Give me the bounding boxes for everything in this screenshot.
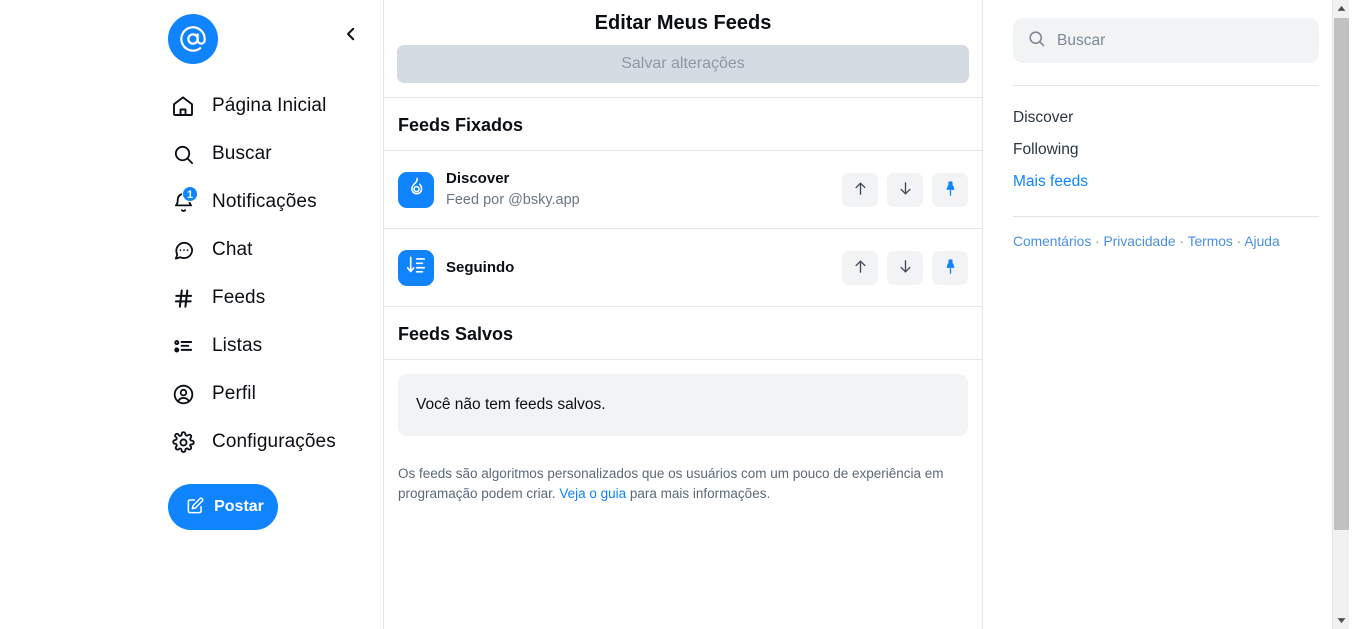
toggle-pin-feed-button[interactable] bbox=[932, 172, 968, 207]
scroll-down-arrow-icon[interactable] bbox=[1333, 612, 1349, 629]
feed-avatar bbox=[398, 249, 434, 286]
chat-bubble-icon bbox=[168, 235, 198, 265]
flame-icon bbox=[405, 176, 427, 203]
sidebar-item-settings[interactable]: Configurações bbox=[168, 418, 383, 466]
footer-link-privacy[interactable]: Privacidade bbox=[1103, 234, 1175, 249]
arrow-up-icon bbox=[852, 258, 869, 278]
feed-meta: Seguindo bbox=[446, 258, 842, 278]
saved-feeds-section-header: Feeds Salvos bbox=[384, 307, 982, 360]
search-placeholder: Buscar bbox=[1057, 31, 1106, 49]
avatar[interactable] bbox=[168, 14, 218, 64]
search-icon bbox=[1027, 29, 1046, 53]
sidebar-item-label: Chat bbox=[212, 239, 253, 260]
left-sidebar: Página Inicial Buscar 1 Notificações Cha… bbox=[0, 0, 383, 629]
scroll-up-arrow-icon[interactable] bbox=[1333, 0, 1349, 17]
footer-link-help[interactable]: Ajuda bbox=[1244, 234, 1279, 249]
compose-post-button[interactable]: Postar bbox=[168, 484, 278, 530]
move-feed-down-button[interactable] bbox=[887, 172, 923, 207]
feed-byline: Feed por @bsky.app bbox=[446, 192, 580, 208]
sidebar-item-home[interactable]: Página Inicial bbox=[168, 82, 383, 130]
footer-separator: · bbox=[1175, 234, 1188, 249]
list-icon bbox=[168, 331, 198, 361]
saved-feeds-title: Feeds Salvos bbox=[398, 324, 514, 344]
bell-icon: 1 bbox=[168, 186, 198, 217]
hash-icon bbox=[168, 283, 198, 313]
notification-badge: 1 bbox=[182, 186, 198, 202]
move-feed-up-button[interactable] bbox=[842, 172, 878, 207]
sidebar-item-lists[interactable]: Listas bbox=[168, 322, 383, 370]
feeds-guide-link[interactable]: Veja o guia bbox=[559, 486, 626, 501]
main-header: Editar Meus Feeds Salvar alterações bbox=[384, 0, 982, 98]
right-link-following[interactable]: Following bbox=[1013, 134, 1319, 166]
user-circle-icon bbox=[168, 379, 198, 409]
pin-icon bbox=[942, 258, 959, 278]
right-sidebar: Buscar Discover Following Mais feeds Com… bbox=[983, 0, 1349, 629]
home-icon bbox=[168, 91, 198, 121]
arrow-down-icon bbox=[897, 258, 914, 278]
sidebar-item-feeds[interactable]: Feeds bbox=[168, 274, 383, 322]
divider bbox=[1013, 85, 1319, 86]
table-row[interactable]: Seguindo bbox=[384, 229, 982, 307]
sidebar-item-notifications[interactable]: 1 Notificações bbox=[168, 178, 383, 226]
compose-pencil-icon bbox=[186, 496, 205, 518]
main-column: Editar Meus Feeds Salvar alterações Feed… bbox=[383, 0, 983, 629]
divider bbox=[1013, 216, 1319, 217]
at-sign-avatar-icon bbox=[179, 25, 207, 53]
right-link-more-feeds[interactable]: Mais feeds bbox=[1013, 166, 1319, 198]
table-row[interactable]: Discover Feed por @bsky.app bbox=[384, 151, 982, 229]
feed-meta: Discover Feed por @bsky.app bbox=[446, 169, 842, 210]
sidebar-item-label: Notificações bbox=[212, 191, 317, 212]
pinned-feeds-title: Feeds Fixados bbox=[398, 115, 524, 135]
app-root: Página Inicial Buscar 1 Notificações Cha… bbox=[0, 0, 1349, 629]
chevron-left-icon bbox=[342, 25, 360, 46]
right-link-discover[interactable]: Discover bbox=[1013, 102, 1319, 134]
pin-icon bbox=[942, 180, 959, 200]
sidebar-item-label: Página Inicial bbox=[212, 95, 327, 116]
feeds-note-text-2: para mais informações. bbox=[626, 486, 771, 501]
gear-icon bbox=[168, 427, 198, 457]
sidebar-item-profile[interactable]: Perfil bbox=[168, 370, 383, 418]
feeds-help-note: Os feeds são algoritmos personalizados q… bbox=[384, 450, 982, 504]
arrow-down-icon bbox=[897, 180, 914, 200]
feed-name: Seguindo bbox=[446, 258, 515, 276]
sidebar-item-label: Feeds bbox=[212, 287, 266, 308]
empty-state-box: Você não tem feeds salvos. bbox=[398, 374, 968, 436]
feed-actions bbox=[842, 250, 968, 285]
save-changes-button[interactable]: Salvar alterações bbox=[397, 45, 969, 83]
sidebar-item-label: Perfil bbox=[212, 383, 256, 404]
search-icon bbox=[168, 139, 198, 169]
sidebar-item-label: Listas bbox=[212, 335, 263, 356]
sidebar-nav-list: Página Inicial Buscar 1 Notificações Cha… bbox=[168, 82, 383, 466]
pinned-feeds-section-header: Feeds Fixados bbox=[384, 98, 982, 151]
feed-avatar bbox=[398, 171, 434, 208]
scrollbar-thumb[interactable] bbox=[1334, 18, 1349, 530]
search-input[interactable]: Buscar bbox=[1013, 18, 1319, 63]
collapse-sidebar-button[interactable] bbox=[334, 18, 368, 52]
feed-actions bbox=[842, 172, 968, 207]
sidebar-item-label: Configurações bbox=[212, 431, 336, 452]
footer-separator: · bbox=[1091, 234, 1104, 249]
move-feed-down-button[interactable] bbox=[887, 250, 923, 285]
footer-separator: · bbox=[1232, 234, 1245, 249]
empty-state-message: Você não tem feeds salvos. bbox=[416, 396, 606, 413]
saved-feeds-empty-wrapper: Você não tem feeds salvos. bbox=[384, 360, 982, 450]
arrow-up-icon bbox=[852, 180, 869, 200]
feed-name: Discover bbox=[446, 170, 510, 187]
move-feed-up-button[interactable] bbox=[842, 250, 878, 285]
sidebar-item-chat[interactable]: Chat bbox=[168, 226, 383, 274]
footer-links: Comentários · Privacidade · Termos · Aju… bbox=[1013, 231, 1319, 252]
footer-link-terms[interactable]: Termos bbox=[1188, 234, 1233, 249]
sidebar-item-label: Buscar bbox=[212, 143, 272, 164]
sidebar-item-search[interactable]: Buscar bbox=[168, 130, 383, 178]
vertical-scrollbar[interactable] bbox=[1332, 0, 1349, 629]
footer-link-feedback[interactable]: Comentários bbox=[1013, 234, 1091, 249]
page-title: Editar Meus Feeds bbox=[594, 12, 772, 34]
compose-post-label: Postar bbox=[214, 498, 264, 515]
toggle-pin-feed-button[interactable] bbox=[932, 250, 968, 285]
sort-descending-icon bbox=[405, 254, 427, 281]
